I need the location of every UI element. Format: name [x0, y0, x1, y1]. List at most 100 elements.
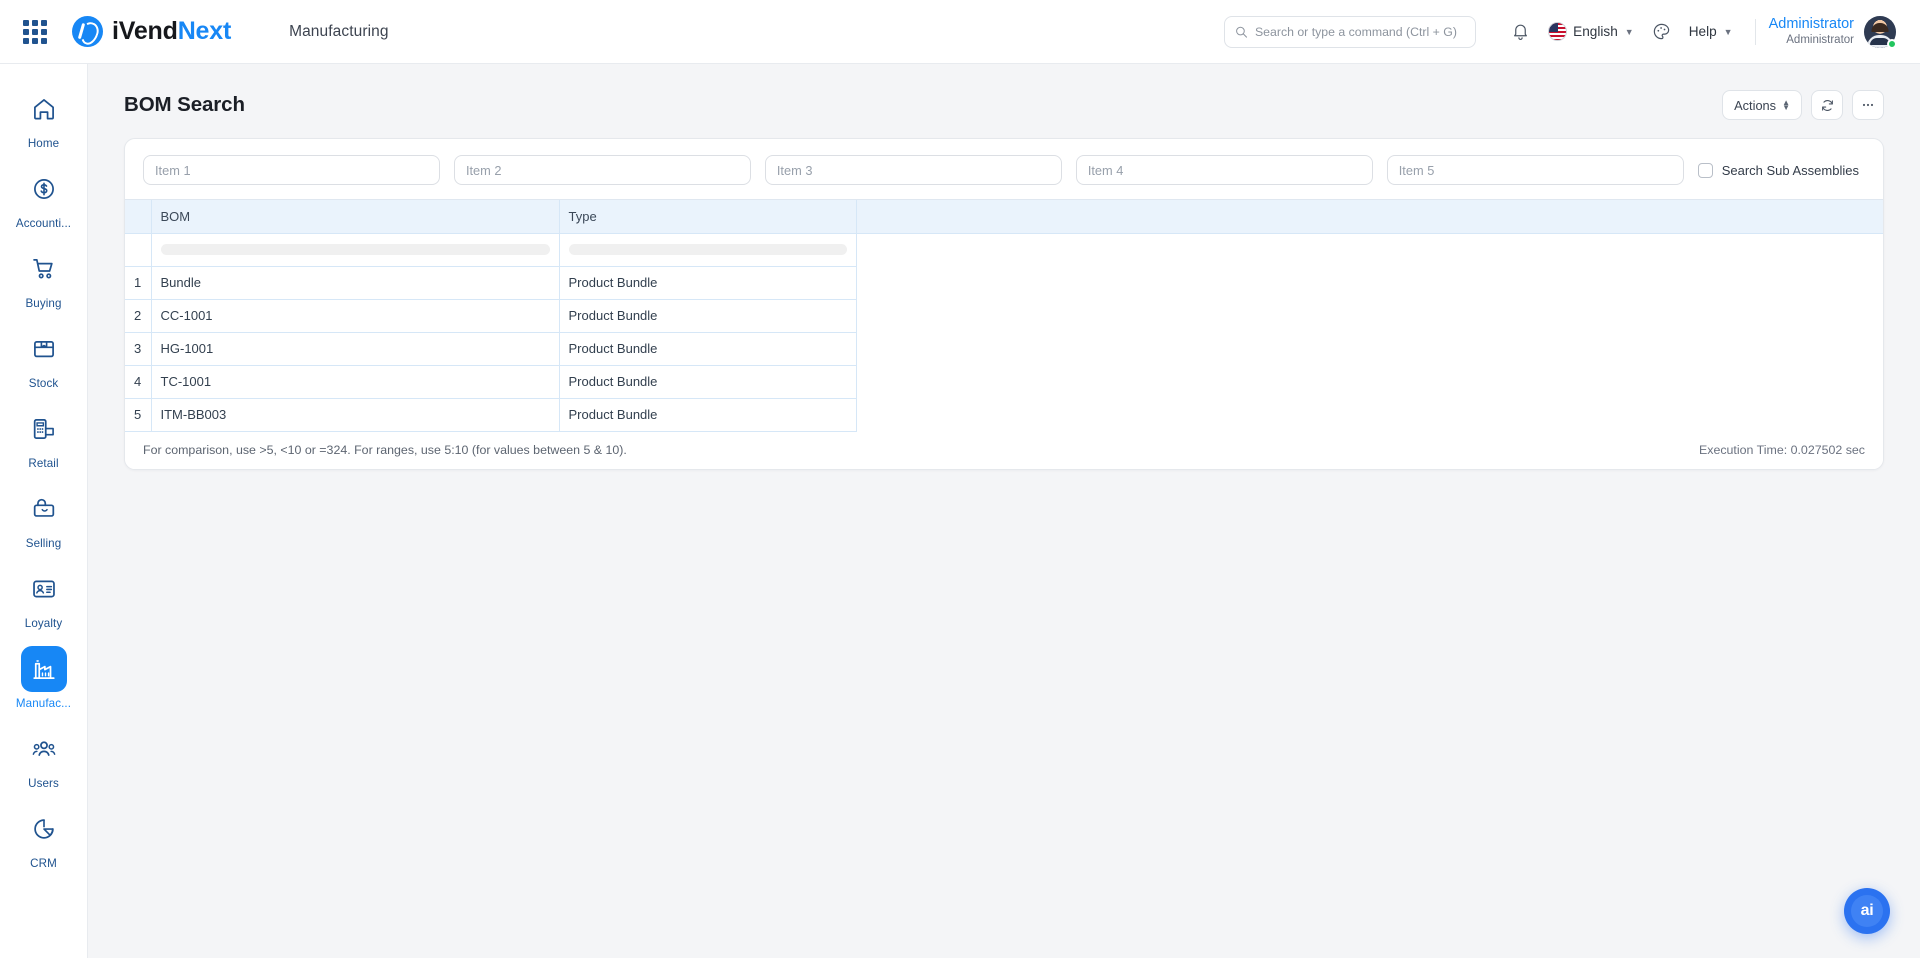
user-role: Administrator: [1786, 34, 1854, 47]
app-grid-icon[interactable]: [20, 17, 50, 47]
table-row[interactable]: 3 HG-1001 Product Bundle: [125, 332, 1883, 366]
sidebar-item-manufacturing[interactable]: Manufac...: [2, 640, 86, 718]
help-menu[interactable]: Help ▼: [1680, 15, 1742, 49]
sidebar-item-loyalty[interactable]: Loyalty: [2, 560, 86, 638]
ai-icon: ai: [1851, 895, 1883, 927]
sidebar-item-selling[interactable]: Selling: [2, 480, 86, 558]
skeleton-handle: [125, 233, 152, 267]
search-input[interactable]: [1254, 24, 1466, 39]
pos-terminal-icon: [21, 406, 67, 452]
row-filler: [856, 365, 1883, 398]
sidebar-item-buying[interactable]: Buying: [2, 240, 86, 318]
item-5-input[interactable]: [1386, 155, 1684, 185]
cell-type[interactable]: Product Bundle: [559, 332, 857, 366]
sidebar-item-accounting[interactable]: Accounti...: [2, 160, 86, 238]
search-sub-assemblies-checkbox[interactable]: [1697, 162, 1713, 178]
shopping-bag-icon: [21, 486, 67, 532]
cell-bom[interactable]: HG-1001: [151, 332, 560, 366]
table-head: BOM Type: [125, 200, 1883, 234]
cell-bom[interactable]: CC-1001: [151, 299, 560, 333]
brand-logo[interactable]: iVendNext: [72, 16, 231, 47]
bell-icon: [1514, 24, 1528, 40]
sidebar-label: Home: [27, 137, 60, 150]
table-row-skeleton: [125, 233, 1883, 267]
theme-button[interactable]: [1643, 15, 1680, 49]
table-row[interactable]: 5 ITM-BB003 Product Bundle: [125, 398, 1883, 432]
header-type[interactable]: Type: [559, 200, 857, 234]
refresh-button[interactable]: [1811, 90, 1843, 120]
cell-bom[interactable]: TC-1001: [151, 365, 560, 399]
language-selector[interactable]: English ▼: [1539, 15, 1643, 49]
cell-type[interactable]: Product Bundle: [559, 365, 857, 399]
cell-bom[interactable]: ITM-BB003: [151, 398, 560, 432]
sidebar-item-users[interactable]: Users: [2, 720, 86, 798]
row-index: 2: [125, 299, 152, 333]
sidebar-label: Stock: [28, 377, 59, 390]
item-3-input[interactable]: [764, 155, 1062, 185]
factory-icon: [20, 646, 67, 692]
item-2-input[interactable]: [453, 155, 751, 185]
table-row[interactable]: 1 Bundle Product Bundle: [125, 266, 1883, 300]
sidebar-label: Loyalty: [24, 617, 63, 630]
page-header: BOM Search Actions ▲ ▼: [88, 64, 1920, 138]
navbar-divider: [1754, 18, 1756, 45]
sidebar-item-retail[interactable]: Retail: [2, 400, 86, 478]
user-name: Administrator: [1768, 16, 1854, 33]
cell-type[interactable]: Product Bundle: [559, 266, 857, 300]
navbar-right: English ▼ Help ▼ Administrator Administr…: [1502, 15, 1898, 49]
cell-type[interactable]: Product Bundle: [559, 299, 857, 333]
dollar-circle-icon: [21, 166, 67, 212]
row-filler: [856, 299, 1883, 332]
cell-bom[interactable]: Bundle: [151, 266, 560, 300]
actions-button[interactable]: Actions ▲ ▼: [1722, 90, 1802, 120]
row-filler: [856, 398, 1883, 431]
notifications-button[interactable]: [1502, 15, 1539, 49]
more-options-button[interactable]: [1852, 90, 1884, 120]
home-icon: [21, 86, 67, 132]
sidebar-label: Accounti...: [15, 217, 72, 230]
filter-row: Search Sub Assemblies: [125, 139, 1883, 199]
search-icon: [1236, 26, 1248, 38]
actions-button-label: Actions: [1734, 97, 1777, 113]
row-filler: [856, 266, 1883, 299]
ai-assistant-button[interactable]: ai: [1844, 888, 1890, 934]
cell-type[interactable]: Product Bundle: [559, 398, 857, 432]
shopping-cart-icon: [21, 246, 67, 292]
skeleton-type-cell: [559, 233, 857, 267]
chevron-down-icon: ▼: [1723, 26, 1733, 37]
users-icon: [21, 726, 67, 772]
results-grid: BOM Type 1 Bundle Product Bundle 2 CC-10…: [125, 199, 1883, 432]
palette-icon: [1653, 23, 1669, 40]
id-card-icon: [21, 566, 67, 612]
row-index: 3: [125, 332, 152, 366]
header-bom[interactable]: BOM: [151, 200, 560, 234]
avatar[interactable]: [1864, 15, 1897, 49]
bom-search-card: Search Sub Assemblies BOM Type: [124, 138, 1884, 470]
page-title: BOM Search: [124, 93, 245, 116]
table-row[interactable]: 2 CC-1001 Product Bundle: [125, 299, 1883, 333]
user-menu[interactable]: Administrator Administrator: [1768, 15, 1898, 49]
skeleton-filler: [856, 233, 1883, 266]
global-search[interactable]: [1224, 15, 1477, 48]
page-actions: Actions ▲ ▼: [1722, 90, 1884, 120]
sidebar-item-home[interactable]: Home: [2, 80, 86, 158]
us-flag-icon: [1548, 22, 1568, 41]
sidebar-item-crm[interactable]: CRM: [2, 800, 86, 878]
sidebar-label: Manufac...: [15, 697, 72, 710]
sidebar-label: Retail: [28, 457, 59, 470]
item-4-input[interactable]: [1075, 155, 1373, 185]
table-row[interactable]: 4 TC-1001 Product Bundle: [125, 365, 1883, 399]
search-sub-assemblies-field[interactable]: Search Sub Assemblies: [1697, 162, 1865, 178]
brand-text-first: iVend: [112, 17, 178, 45]
row-filler: [856, 332, 1883, 365]
status-badge: [1887, 38, 1897, 49]
body-row: Home Accounti... Buying Stock Retail Sel…: [0, 64, 1920, 958]
help-label: Help: [1688, 24, 1717, 39]
item-1-input[interactable]: [143, 155, 440, 185]
sidebar-item-stock[interactable]: Stock: [2, 320, 86, 398]
ellipsis-icon: [1862, 103, 1874, 107]
bom-results-table: BOM Type 1 Bundle Product Bundle 2 CC-10…: [125, 200, 1883, 432]
card-footer: For comparison, use >5, <10 or =324. For…: [125, 431, 1883, 469]
language-label: English: [1573, 24, 1618, 39]
chevron-updown-icon: ▲ ▼: [1782, 98, 1790, 112]
